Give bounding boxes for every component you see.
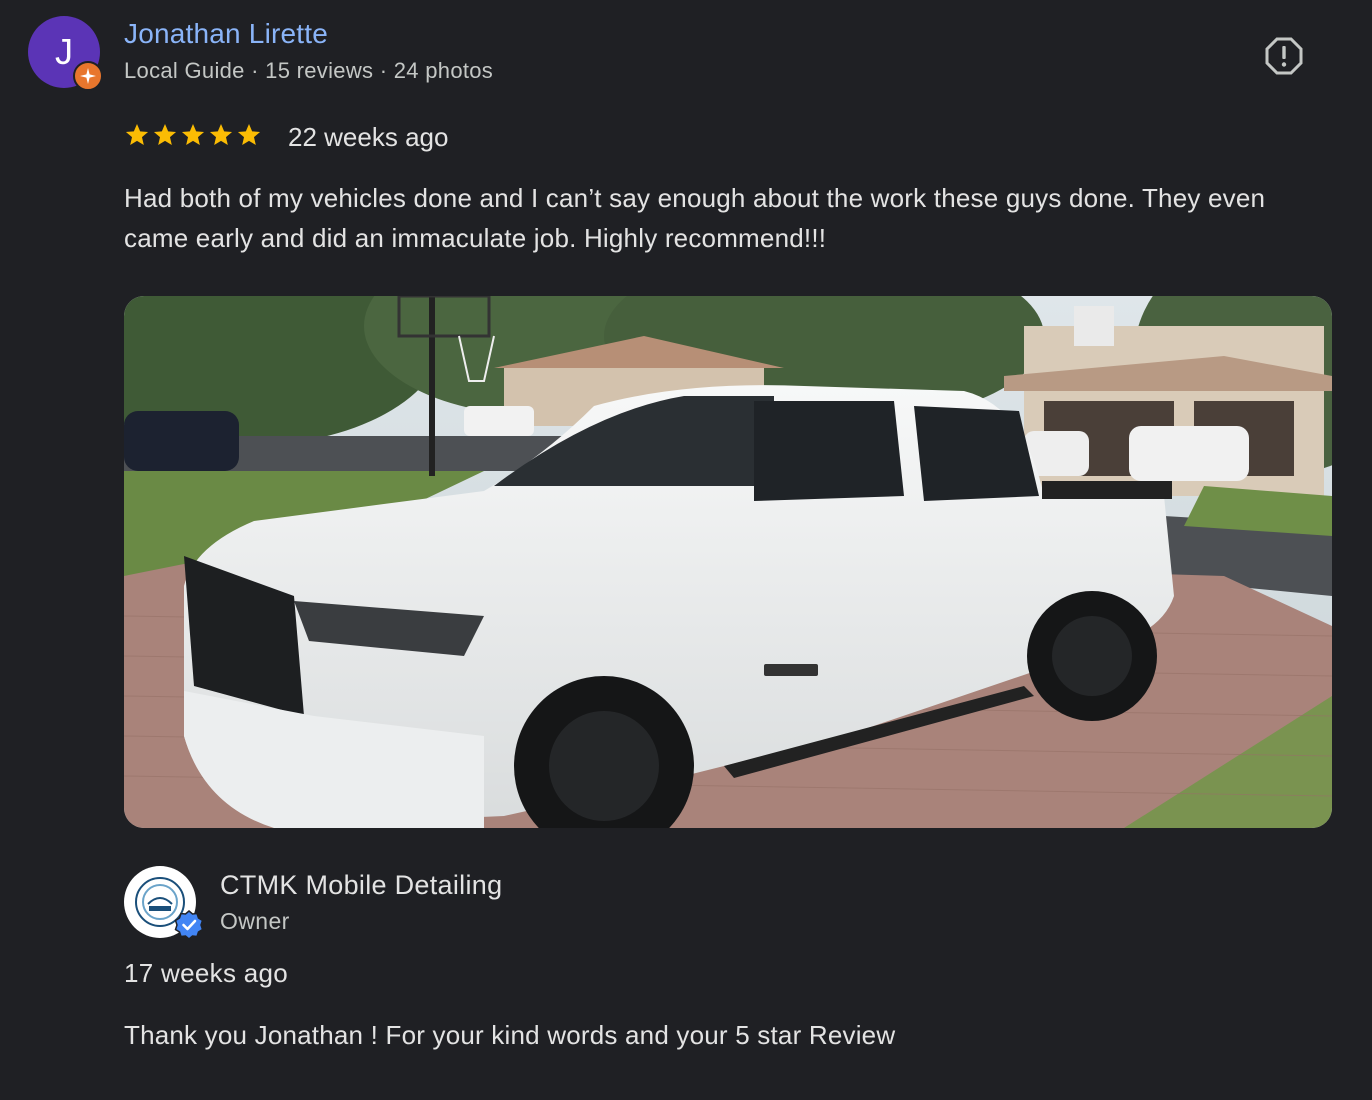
star-icon: [209, 123, 233, 145]
review-text: Had both of my vehicles done and I can’t…: [124, 183, 1266, 253]
report-flag-icon: [1265, 37, 1303, 75]
star-icon: [181, 123, 205, 145]
reviewer-name-link[interactable]: Jonathan Lirette: [124, 18, 328, 50]
reply-text: Thank you Jonathan ! For your kind words…: [124, 1020, 896, 1050]
review-photo[interactable]: [124, 296, 1332, 828]
star-rating: [124, 122, 262, 148]
verified-check-icon: [174, 910, 204, 940]
report-button[interactable]: [1262, 34, 1306, 78]
owner-role: Owner: [220, 908, 290, 934]
star-icon: [125, 123, 149, 145]
review-time: 22 weeks ago: [288, 122, 449, 152]
reply-time: 17 weeks ago: [124, 958, 289, 988]
owner-name: CTMK Mobile Detailing: [220, 870, 503, 900]
avatar-initial: J: [55, 31, 73, 72]
star-icon: [237, 123, 261, 145]
star-icon: [153, 123, 177, 145]
local-guide-star-icon: [73, 61, 103, 91]
reviewer-meta: Local Guide · 15 reviews · 24 photos: [124, 58, 494, 83]
